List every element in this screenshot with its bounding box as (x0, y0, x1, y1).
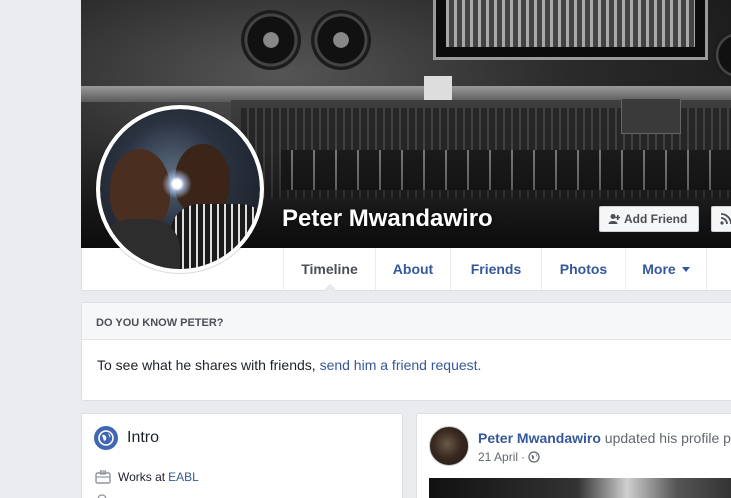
location-row (95, 494, 109, 498)
tab-label: Timeline (301, 261, 358, 277)
tab-friends[interactable]: Friends (450, 248, 541, 290)
post-avatar[interactable] (429, 426, 469, 466)
work-row: Works at EABL (95, 470, 199, 484)
follow-button[interactable] (711, 206, 731, 232)
profile-picture[interactable] (96, 105, 264, 273)
add-friend-label: Add Friend (624, 212, 688, 226)
rss-icon (720, 213, 731, 225)
tab-about[interactable]: About (375, 248, 450, 290)
work-link[interactable]: EABL (168, 470, 199, 484)
tab-photos[interactable]: Photos (541, 248, 625, 290)
post-meta: 21 April · (478, 450, 540, 464)
separator: · (521, 450, 526, 464)
post-header: Peter Mwandawiro updated his profile pi (478, 430, 731, 446)
profile-name[interactable]: Peter Mwandawiro (282, 205, 493, 233)
card-header: DO YOU KNOW PETER? (82, 303, 731, 340)
add-friend-icon (608, 214, 620, 224)
cover-monitor (433, 0, 708, 60)
post-action: updated his profile pi (600, 430, 731, 446)
do-you-know-card: DO YOU KNOW PETER? To see what he shares… (81, 302, 731, 401)
cover-speaker (713, 30, 731, 80)
add-friend-button[interactable]: Add Friend (599, 206, 699, 232)
card-body: To see what he shares with friends, send… (82, 340, 731, 373)
tab-label: More (642, 261, 676, 277)
post-author[interactable]: Peter Mwandawiro (478, 430, 601, 446)
post-date[interactable]: 21 April (478, 450, 518, 464)
card-text: To see what he shares with friends, (97, 357, 320, 373)
tab-label: Photos (559, 261, 608, 277)
timeline-post: Peter Mwandawiro updated his profile pi … (416, 413, 731, 498)
tab-more[interactable]: More (625, 248, 707, 290)
cover-speaker (241, 10, 301, 70)
tab-label: About (392, 261, 434, 277)
post-photo[interactable] (429, 478, 731, 498)
work-prefix: Works at (118, 470, 166, 484)
tab-label: Friends (470, 261, 522, 277)
friend-request-link[interactable]: send him a friend request. (320, 357, 482, 373)
cover-device (621, 98, 681, 134)
intro-title: Intro (127, 429, 160, 446)
intro-card: Intro Works at EABL (81, 413, 403, 498)
cover-speaker (311, 10, 371, 70)
location-icon (97, 494, 107, 498)
tab-timeline[interactable]: Timeline (283, 248, 375, 291)
chevron-down-icon (681, 266, 690, 272)
briefcase-icon (95, 470, 111, 484)
public-globe-icon[interactable] (528, 451, 540, 463)
globe-icon (94, 426, 118, 450)
